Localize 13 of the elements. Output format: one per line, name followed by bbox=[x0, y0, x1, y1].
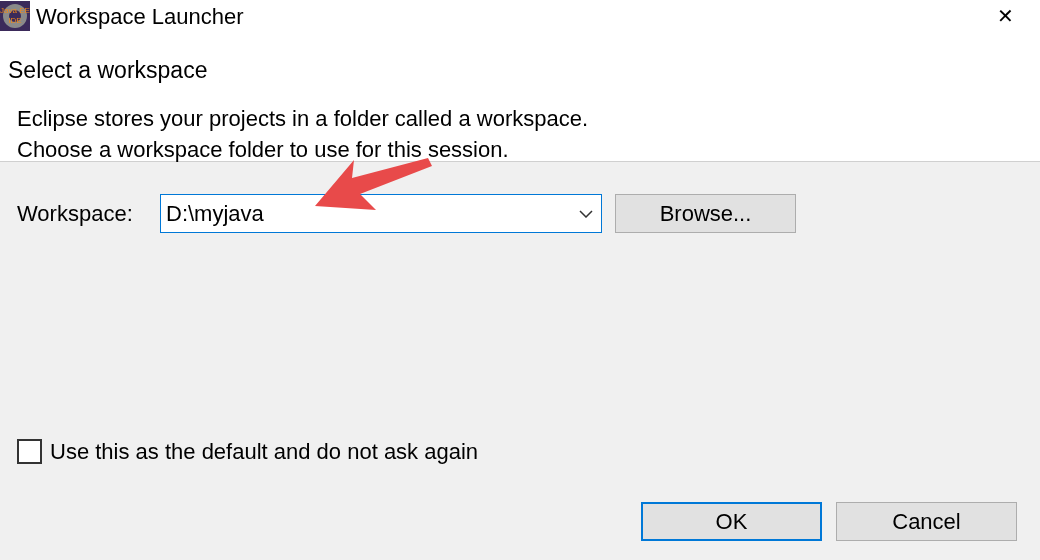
browse-button[interactable]: Browse... bbox=[615, 194, 796, 233]
close-button[interactable]: ✕ bbox=[982, 0, 1028, 32]
checkbox-label: Use this as the default and do not ask again bbox=[50, 438, 479, 466]
chevron-down-icon bbox=[579, 209, 593, 218]
cancel-button[interactable]: Cancel bbox=[836, 502, 1017, 541]
page-heading: Select a workspace bbox=[8, 56, 209, 85]
workspace-combo[interactable]: D:\myjava bbox=[160, 194, 602, 233]
description-text: Eclipse stores your projects in a folder called a workspace. bbox=[17, 105, 590, 133]
description-text: Choose a workspace folder to use for this session. bbox=[17, 136, 510, 164]
workspace-label: Workspace: bbox=[17, 200, 134, 228]
window-title: Workspace Launcher bbox=[36, 2, 244, 31]
checkbox[interactable] bbox=[17, 439, 42, 464]
ok-button[interactable]: OK bbox=[641, 502, 822, 541]
